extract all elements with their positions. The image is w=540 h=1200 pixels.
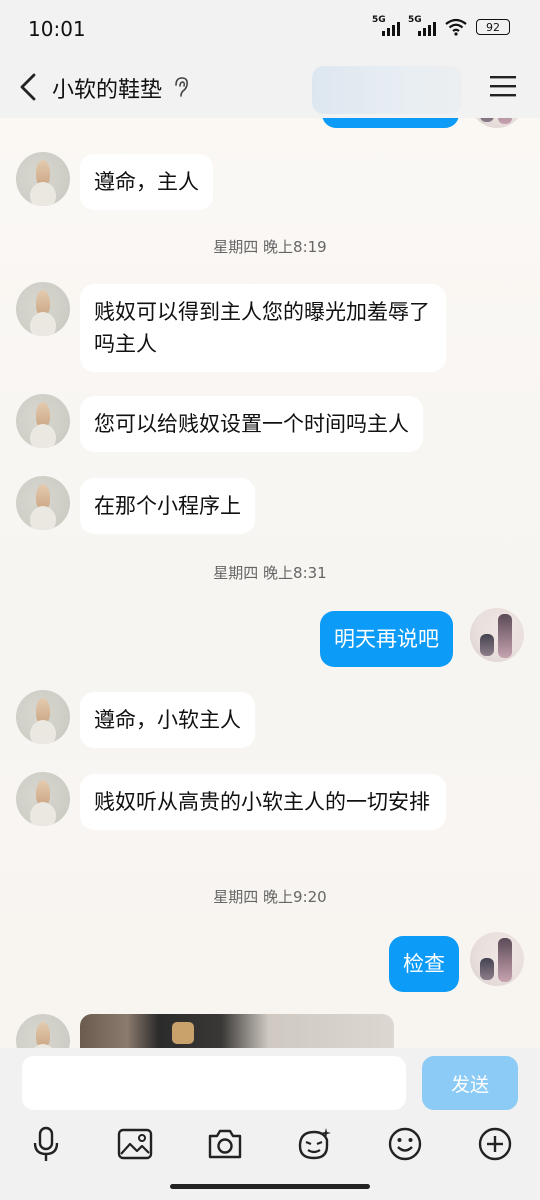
- image-message[interactable]: [80, 1014, 394, 1048]
- signal-icon: 5G: [408, 15, 436, 36]
- blurred-region: [312, 66, 462, 114]
- incoming-message[interactable]: 您可以给贱奴设置一个时间吗主人: [80, 396, 423, 452]
- status-bar: 10:01 5G 5G 92: [0, 0, 540, 58]
- contact-avatar[interactable]: [16, 394, 70, 448]
- contact-avatar[interactable]: [16, 152, 70, 206]
- wifi-icon: [445, 18, 467, 36]
- message-input[interactable]: [22, 1056, 406, 1110]
- image-icon[interactable]: [115, 1124, 155, 1164]
- contact-avatar[interactable]: [16, 282, 70, 336]
- emoji-icon[interactable]: [385, 1124, 425, 1164]
- incoming-message[interactable]: 贱奴可以得到主人您的曝光加羞辱了吗主人: [80, 284, 446, 372]
- incoming-message[interactable]: 贱奴听从高贵的小软主人的一切安排: [80, 774, 446, 830]
- home-indicator[interactable]: [170, 1184, 370, 1189]
- my-avatar[interactable]: [470, 932, 524, 986]
- incoming-message[interactable]: 在那个小程序上: [80, 478, 255, 534]
- send-button[interactable]: 发送: [422, 1056, 518, 1110]
- contact-avatar[interactable]: [16, 476, 70, 530]
- timestamp: 星期四 晚上8:31: [213, 564, 327, 582]
- chat-header: 小软的鞋垫: [0, 58, 540, 118]
- plus-icon[interactable]: [475, 1124, 515, 1164]
- signal-icon: 5G: [372, 15, 400, 36]
- status-time: 10:01: [28, 17, 86, 41]
- sticker-icon[interactable]: [294, 1124, 334, 1164]
- outgoing-message[interactable]: 检查: [389, 936, 459, 992]
- my-avatar[interactable]: [470, 608, 524, 662]
- timestamp: 星期四 晚上8:19: [213, 238, 327, 256]
- incoming-message[interactable]: 遵命，小软主人: [80, 692, 255, 748]
- status-icons: 5G 5G 92: [372, 15, 510, 36]
- contact-avatar[interactable]: [16, 772, 70, 826]
- mic-icon[interactable]: [26, 1124, 66, 1164]
- camera-icon[interactable]: [205, 1124, 245, 1164]
- composer: 发送: [0, 1048, 540, 1200]
- menu-icon[interactable]: [490, 74, 516, 98]
- contact-avatar[interactable]: [16, 690, 70, 744]
- outgoing-bubble-partial[interactable]: [322, 118, 459, 128]
- timestamp: 星期四 晚上9:20: [213, 888, 327, 906]
- battery-icon: 92: [476, 19, 510, 35]
- ear-icon[interactable]: [172, 75, 190, 99]
- back-arrow-icon[interactable]: [14, 70, 44, 104]
- incoming-message[interactable]: 遵命，主人: [80, 154, 213, 210]
- chat-title[interactable]: 小软的鞋垫: [52, 72, 162, 104]
- contact-avatar[interactable]: [16, 1014, 70, 1048]
- my-avatar[interactable]: [470, 118, 524, 128]
- message-list[interactable]: 遵命，主人 星期四 晚上8:19 贱奴可以得到主人您的曝光加羞辱了吗主人 您可以…: [0, 118, 540, 1048]
- outgoing-message[interactable]: 明天再说吧: [320, 611, 453, 667]
